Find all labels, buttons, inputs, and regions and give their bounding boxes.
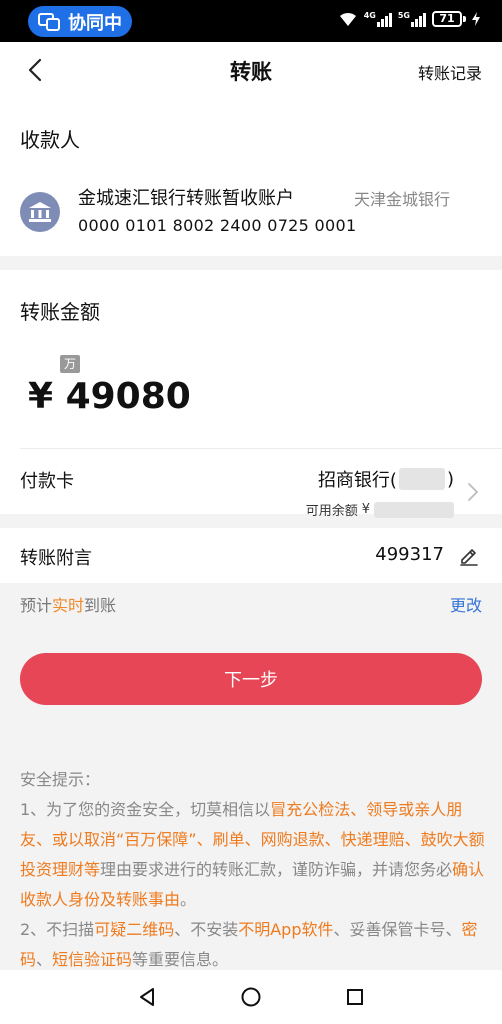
memo-label: 转账附言 — [20, 548, 92, 569]
network-5g-label: 5G — [397, 10, 410, 20]
available-balance: 可用余额 ¥ — [306, 500, 454, 519]
balance-currency: ¥ — [361, 502, 370, 517]
chevron-right-icon[interactable] — [466, 481, 480, 503]
battery-level: 71 — [432, 11, 462, 27]
nav-back-triangle-icon[interactable] — [136, 986, 158, 1008]
signal-4g-icon: 4G — [363, 10, 392, 27]
memo-value[interactable]: 499317 — [375, 544, 444, 565]
tips-text: 理由要求进行的转账汇款，谨防诈骗，并请您务必 — [100, 860, 453, 879]
payee-card: 收款人 金城速汇银行转账暂收账户 天津金城银行 0000 0101 8002 2… — [0, 98, 502, 256]
tips-heading: 安全提示： — [20, 770, 101, 789]
arrival-prefix: 预计 — [20, 596, 53, 615]
wifi-icon — [339, 12, 356, 26]
payment-card-selector[interactable]: 招商银行( ) — [318, 466, 454, 492]
tips-text: 、妥善保管卡号、 — [333, 920, 462, 939]
amount-unit-tag: 万 — [60, 355, 80, 373]
edit-pencil-icon[interactable] — [458, 544, 480, 566]
nav-bar: 转账 转账记录 — [0, 42, 502, 98]
tips-text: 2、不扫描 — [20, 920, 95, 939]
masked-balance — [374, 501, 454, 518]
charging-icon — [472, 12, 480, 26]
next-step-button[interactable]: 下一步 — [20, 653, 482, 705]
tips-text: 等重要信息。 — [132, 950, 229, 969]
payee-bank: 天津金城银行 — [353, 190, 450, 209]
security-tips: 安全提示： 1、为了您的资金安全，切莫相信以冒充公检法、领导或亲人朋友、或以取消… — [20, 765, 490, 975]
collaboration-pill[interactable]: 协同中 — [28, 6, 132, 37]
collaboration-icon — [38, 12, 60, 31]
payee-account-number: 0000 0101 8002 2400 0725 0001 — [78, 216, 357, 235]
payee-section-title: 收款人 — [20, 128, 80, 152]
system-indicators: 4G 5G 71 — [338, 11, 480, 27]
tips-highlight: 短信验证码 — [52, 950, 133, 969]
battery-icon: 71 — [432, 11, 466, 27]
divider — [20, 448, 502, 449]
payee-name: 金城速汇银行转账暂收账户 — [78, 188, 294, 209]
tips-text: 1、为了您的资金安全，切莫相信以 — [20, 800, 271, 819]
signal-5g-icon: 5G — [397, 10, 426, 27]
tips-highlight: 可疑二维码 — [94, 920, 175, 939]
bank-logo-icon — [20, 192, 60, 232]
arrival-suffix: 到账 — [84, 596, 117, 615]
payment-card-label: 付款卡 — [20, 471, 74, 492]
collaboration-label: 协同中 — [68, 12, 122, 34]
memo-row[interactable]: 转账附言 499317 — [0, 528, 502, 583]
tips-text: 。 — [180, 890, 197, 909]
arrival-highlight: 实时 — [52, 596, 85, 615]
arrival-estimate: 预计实时到账 — [20, 592, 116, 616]
tips-paragraph-1: 1、为了您的资金安全，切莫相信以冒充公检法、领导或亲人朋友、或以取消“百万保障”… — [20, 795, 490, 915]
status-bar: 协同中 4G 5G 71 — [0, 0, 502, 42]
amount-section-title: 转账金额 — [20, 300, 100, 324]
nav-recents-square-icon[interactable] — [344, 986, 366, 1008]
tips-paragraph-2: 2、不扫描可疑二维码、不安装不明App软件、妥善保管卡号、密码、短信验证码等重要… — [20, 915, 490, 975]
balance-label: 可用余额 — [305, 504, 358, 519]
masked-card-number — [398, 468, 445, 490]
transfer-record-link[interactable]: 转账记录 — [418, 60, 482, 84]
amount-value[interactable]: ¥ 49080 — [28, 376, 191, 417]
tips-highlight: 不明App软件 — [238, 920, 334, 939]
tips-text: 、不安装 — [174, 920, 239, 939]
change-arrival-link[interactable]: 更改 — [450, 592, 482, 616]
system-nav-bar — [0, 970, 502, 1024]
payment-bank-prefix: 招商银行( — [317, 470, 397, 491]
payment-bank-suffix: ) — [446, 468, 454, 490]
network-4g-label: 4G — [363, 10, 376, 20]
amount-card: 转账金额 万 ¥ 49080 付款卡 招商银行( ) 可用余额 ¥ — [0, 270, 502, 519]
tips-text: 、 — [36, 950, 53, 969]
nav-home-circle-icon[interactable] — [240, 986, 262, 1008]
